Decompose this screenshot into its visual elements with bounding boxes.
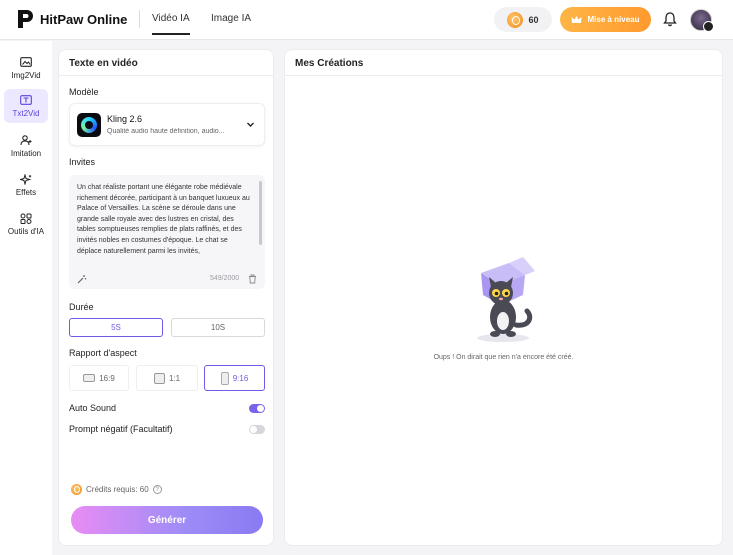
sidebar-item-label: Imitation <box>10 148 42 158</box>
tab-video-ia[interactable]: Vidéo IA <box>152 13 190 35</box>
aspect-option-label: 16:9 <box>99 373 115 383</box>
sidebar-item-effets[interactable]: Effets <box>4 168 48 202</box>
aspect-9-16-button[interactable]: 9:16 <box>204 365 265 391</box>
prompt-label: Invites <box>69 157 96 167</box>
duration-5s-button[interactable]: 5S <box>69 318 163 337</box>
bell-icon[interactable] <box>662 11 678 27</box>
sidebar-item-label: Effets <box>15 187 37 197</box>
coin-icon <box>507 11 524 28</box>
empty-state-message: Oups ! On dirait que rien n'a encore été… <box>433 354 574 361</box>
text-video-icon <box>20 94 32 105</box>
credits-balance[interactable]: 60 <box>494 7 552 32</box>
empty-cat-illustration-icon <box>477 257 535 342</box>
aspect-option-label: 1:1 <box>168 373 181 383</box>
duration-label: Durée <box>69 302 94 312</box>
model-name: Kling 2.6 <box>107 114 143 124</box>
aspect-16-9-button[interactable]: 16:9 <box>69 365 129 391</box>
hitpaw-logo-icon <box>18 10 33 28</box>
tab-image-ia[interactable]: Image IA <box>211 13 251 24</box>
landscape-ratio-icon <box>83 374 96 382</box>
prompt-text[interactable]: Un chat réaliste portant une élégante ro… <box>77 183 253 271</box>
nav-divider <box>139 10 140 28</box>
sidebar-item-label: Outils d'IA <box>7 226 45 236</box>
sidebar-item-img2vid[interactable]: Img2Vid <box>4 51 48 85</box>
model-label: Modèle <box>69 87 99 97</box>
aspect-ratio-label: Rapport d'aspect <box>69 348 137 358</box>
user-avatar[interactable] <box>690 9 714 32</box>
creations-panel: Mes Créations Oups ! On dirait que rien … <box>284 49 723 546</box>
chevron-down-icon <box>247 122 254 127</box>
upgrade-label: Mise à niveau <box>587 15 640 24</box>
duration-10s-button[interactable]: 10S <box>171 318 265 337</box>
sparkle-icon <box>20 173 32 185</box>
text-to-video-panel: Texte en vidéo Modèle Kling 2.6 Qualité … <box>58 49 274 546</box>
negative-prompt-label: Prompt négatif (Facultatif) <box>69 424 173 434</box>
credits-count: 60 <box>528 14 539 25</box>
negative-prompt-toggle[interactable] <box>249 425 265 434</box>
sidebar-item-label: Img2Vid <box>11 70 41 80</box>
top-bar: HitPaw Online Vidéo IA Image IA 60 Mise … <box>0 0 733 40</box>
person-imitation-icon <box>20 134 32 145</box>
trash-icon[interactable] <box>248 274 257 284</box>
sidebar-item-imitation[interactable]: Imitation <box>4 129 48 163</box>
credits-required: Crédits requis: 60 ? <box>71 484 162 495</box>
tools-grid-icon <box>20 213 32 224</box>
divider <box>285 75 722 76</box>
prompt-scrollbar[interactable] <box>259 181 262 245</box>
sidebar-item-txt2vid[interactable]: Txt2Vid <box>4 89 48 123</box>
sidebar-item-label: Txt2Vid <box>12 108 40 118</box>
help-icon[interactable]: ? <box>152 485 162 494</box>
square-ratio-icon <box>153 372 165 384</box>
coin-icon <box>71 484 82 495</box>
prompt-textarea[interactable]: Un chat réaliste portant une élégante ro… <box>69 175 265 289</box>
creations-title: Mes Créations <box>295 58 364 69</box>
app-name: HitPaw Online <box>40 11 128 27</box>
credits-required-text: Crédits requis: 60 <box>86 485 149 494</box>
portrait-ratio-icon <box>220 371 229 385</box>
divider <box>59 75 273 76</box>
aspect-option-label: 9:16 <box>232 373 249 383</box>
duration-option-label: 5S <box>111 323 121 332</box>
crown-icon <box>571 16 582 23</box>
image-video-icon <box>20 56 32 67</box>
aspect-1-1-button[interactable]: 1:1 <box>136 365 198 391</box>
model-description: Qualité audio haute définition, audio... <box>107 128 225 135</box>
auto-sound-toggle[interactable] <box>249 404 265 413</box>
upgrade-button[interactable]: Mise à niveau <box>560 7 651 32</box>
duration-option-label: 10S <box>210 323 226 332</box>
character-counter: 549/2000 <box>210 275 240 282</box>
sidebar: Img2Vid Txt2Vid Imitation Effets Outils … <box>0 41 52 555</box>
kling-logo-icon <box>77 113 101 137</box>
panel-title: Texte en vidéo <box>69 58 138 69</box>
auto-sound-label: Auto Sound <box>69 403 117 413</box>
app-logo[interactable]: HitPaw Online <box>16 8 127 30</box>
sidebar-item-outils-ia[interactable]: Outils d'IA <box>4 207 48 241</box>
magic-wand-icon[interactable] <box>77 274 87 284</box>
generate-button[interactable]: Générer <box>71 506 263 534</box>
model-select[interactable]: Kling 2.6 Qualité audio haute définition… <box>69 103 265 146</box>
